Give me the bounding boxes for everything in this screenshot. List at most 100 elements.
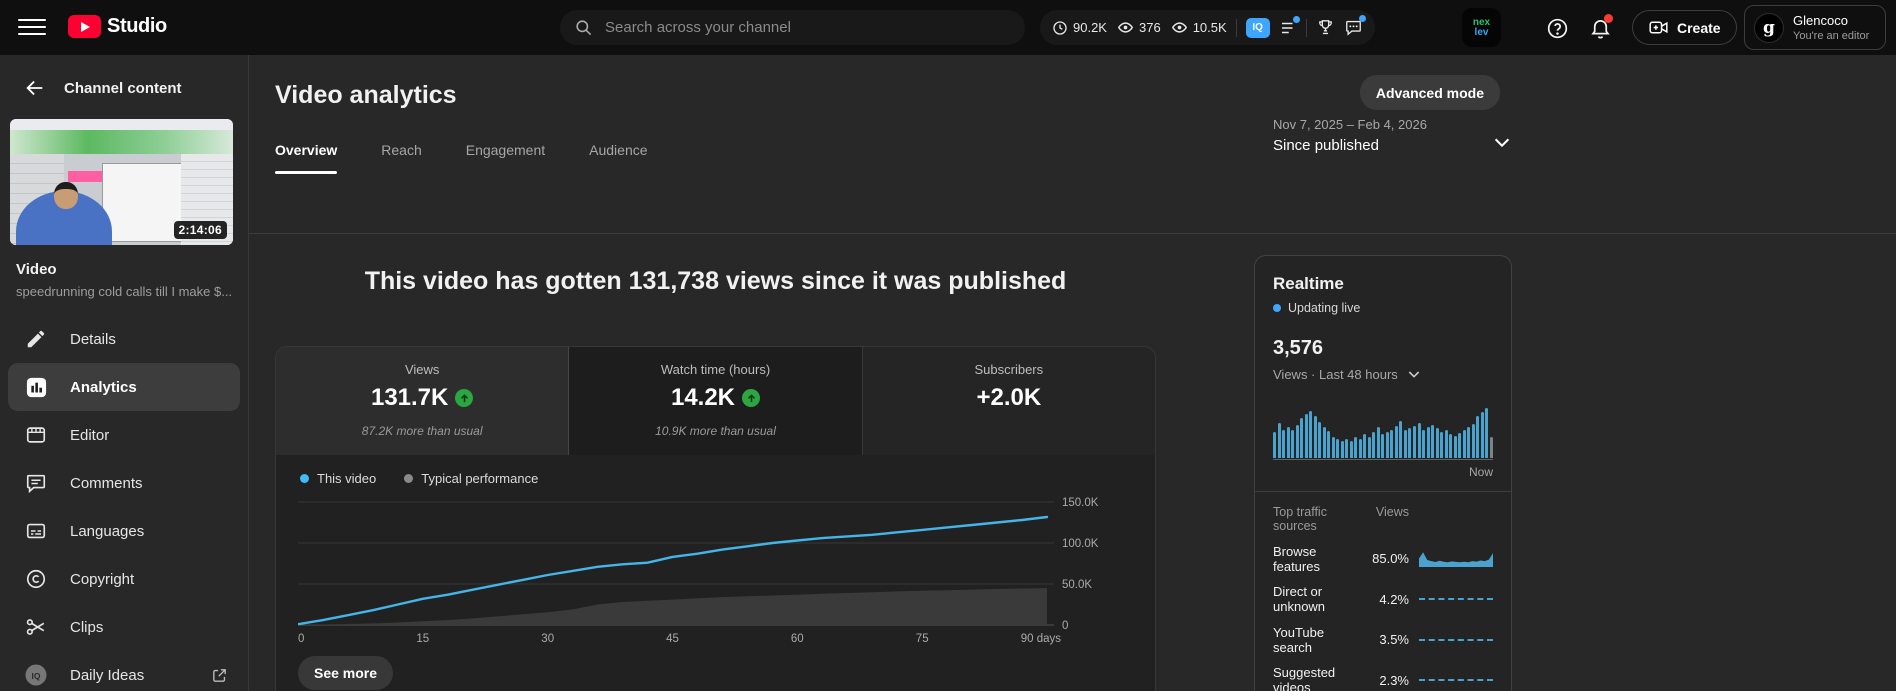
realtime-bar: [1363, 434, 1367, 458]
create-button[interactable]: Create: [1632, 10, 1737, 45]
realtime-bar: [1453, 436, 1457, 458]
tab-reach[interactable]: Reach: [381, 142, 421, 174]
extension-stat[interactable]: 10.5K: [1171, 19, 1227, 36]
sidebar-item-label: Copyright: [70, 570, 135, 588]
sidebar-nav: Details Analytics Editor Comments Languages C…: [0, 315, 248, 691]
metric-subscribers[interactable]: Subscribers +2.0K: [862, 347, 1155, 455]
views-headline: This video has gotten 131,738 views sinc…: [364, 267, 1067, 295]
analytics-header: Video analytics Overview Reach Engagement A…: [249, 55, 1896, 234]
studio-wordmark: Studio: [107, 15, 167, 37]
metric-watch-time-hours[interactable]: Watch time (hours) 14.2K 10.9K more than u…: [569, 347, 863, 455]
performance-card: Views 131.7K 87.2K more than usual Watch ti…: [275, 346, 1156, 691]
svg-text:IQ: IQ: [32, 671, 41, 681]
video-duration-badge: 2:14:06: [173, 221, 227, 239]
traffic-source-percent: 85.0%: [1372, 551, 1409, 566]
realtime-bar: [1349, 441, 1353, 458]
realtime-bar: [1277, 423, 1281, 458]
traffic-sparkline: [1419, 679, 1493, 681]
channel-content-label[interactable]: Channel content: [64, 80, 182, 97]
notification-dot: [1358, 15, 1366, 22]
realtime-bar: [1467, 427, 1471, 458]
vidiq-list-icon[interactable]: [1279, 15, 1300, 37]
video-thumbnail[interactable]: 2:14:06: [10, 119, 233, 245]
advanced-mode-button[interactable]: Advanced mode: [1359, 75, 1500, 110]
realtime-bar: [1399, 421, 1403, 458]
traffic-sparkline: [1419, 551, 1493, 567]
traffic-sparkline: [1419, 638, 1493, 641]
extension-stat[interactable]: 90.2K: [1052, 20, 1107, 36]
tab-audience[interactable]: Audience: [589, 142, 647, 174]
realtime-bar: [1485, 408, 1489, 458]
realtime-bar: [1458, 433, 1462, 458]
realtime-bar: [1385, 432, 1389, 458]
sidebar-item-clips[interactable]: Clips: [0, 603, 248, 651]
sidebar-item-copyright[interactable]: Copyright: [0, 555, 248, 603]
tab-engagement[interactable]: Engagement: [466, 142, 545, 174]
see-more-button[interactable]: See more: [298, 656, 394, 690]
search-input[interactable]: [605, 19, 1011, 36]
realtime-bar: [1313, 416, 1317, 458]
nexlev-extension-icon[interactable]: nex lev: [1462, 8, 1501, 47]
realtime-bar: [1462, 430, 1466, 458]
legend-dot: [404, 474, 414, 483]
sidebar-item-comments[interactable]: Comments: [0, 459, 248, 507]
extension-stats-pill: 90.2K 376 10.5K IQ: [1040, 10, 1375, 45]
traffic-source-row[interactable]: YouTube search 3.5%: [1273, 625, 1493, 655]
sidebar-item-analytics[interactable]: Analytics: [8, 363, 240, 411]
trophy-icon[interactable]: [1316, 18, 1335, 37]
sidebar-item-label: Details: [70, 330, 116, 348]
svg-text:15: 15: [416, 633, 429, 645]
create-label: Create: [1677, 19, 1721, 36]
account-name: Glencoco: [1793, 13, 1848, 28]
metric-label: Watch time (hours): [660, 362, 771, 377]
svg-text:90 days: 90 days: [1021, 633, 1062, 645]
sidebar-item-editor[interactable]: Editor: [0, 411, 248, 459]
vidiq-circle-icon: IQ: [24, 663, 48, 687]
realtime-bar: [1417, 423, 1421, 458]
notifications-bell-icon[interactable]: [1586, 14, 1614, 42]
hamburger-menu-icon[interactable]: [18, 13, 46, 41]
legend-item: Typical performance: [404, 471, 538, 486]
help-icon[interactable]: [1543, 14, 1571, 42]
sidebar-item-daily-ideas[interactable]: IQ Daily Ideas: [0, 651, 248, 691]
date-mode-text: Since published: [1273, 137, 1379, 154]
realtime-bar: [1376, 427, 1380, 458]
sidebar-item-label: Analytics: [70, 378, 137, 396]
traffic-source-row[interactable]: Suggested videos 2.3%: [1273, 665, 1493, 691]
realtime-bar: [1372, 432, 1376, 458]
back-arrow-icon[interactable]: [24, 77, 46, 99]
traffic-source-row[interactable]: Browse features 85.0%: [1273, 544, 1493, 574]
realtime-card: Realtime Updating live 3,576 Views · Las…: [1254, 255, 1512, 691]
realtime-bar: [1426, 427, 1430, 458]
svg-text:100.0K: 100.0K: [1062, 538, 1099, 550]
realtime-bar: [1367, 437, 1371, 458]
sidebar-item-details[interactable]: Details: [0, 315, 248, 363]
metric-label: Subscribers: [974, 362, 1044, 377]
traffic-source-row[interactable]: Direct or unknown 4.2%: [1273, 584, 1493, 614]
legend-dot: [300, 474, 309, 483]
date-range-text: Nov 7, 2025 – Feb 4, 2026: [1273, 117, 1427, 132]
vidiq-badge-icon[interactable]: IQ: [1245, 17, 1270, 38]
realtime-bar: [1354, 437, 1358, 458]
chat-bubble-icon[interactable]: [1344, 15, 1366, 37]
metric-tabs: Views 131.7K 87.2K more than usual Watch ti…: [276, 347, 1155, 455]
comment-icon: [24, 471, 48, 495]
now-label: Now: [1468, 465, 1493, 479]
realtime-bar: [1403, 430, 1407, 458]
views-column-header: Views: [1375, 505, 1409, 519]
account-chip[interactable]: g Glencoco You're an editor: [1744, 5, 1886, 50]
tab-overview[interactable]: Overview: [275, 142, 338, 174]
youtube-studio-logo[interactable]: Studio: [68, 15, 167, 38]
date-range-picker[interactable]: Nov 7, 2025 – Feb 4, 2026 Since publishe…: [1273, 117, 1513, 154]
extension-stat[interactable]: 376: [1117, 19, 1161, 36]
channel-search[interactable]: [560, 10, 1025, 45]
eye-icon: [1171, 19, 1188, 36]
metric-views[interactable]: Views 131.7K 87.2K more than usual: [276, 347, 570, 455]
create-camera-icon: [1649, 21, 1668, 34]
sidebar-item-languages[interactable]: Languages: [0, 507, 248, 555]
analytics-tabs: Overview Reach Engagement Audience: [275, 142, 1896, 174]
traffic-source-label: Browse features: [1273, 543, 1320, 574]
realtime-views-selector[interactable]: Views · Last 48 hours: [1273, 366, 1493, 382]
video-kind-heading: Video: [16, 261, 57, 278]
copyright-icon: [24, 567, 48, 591]
